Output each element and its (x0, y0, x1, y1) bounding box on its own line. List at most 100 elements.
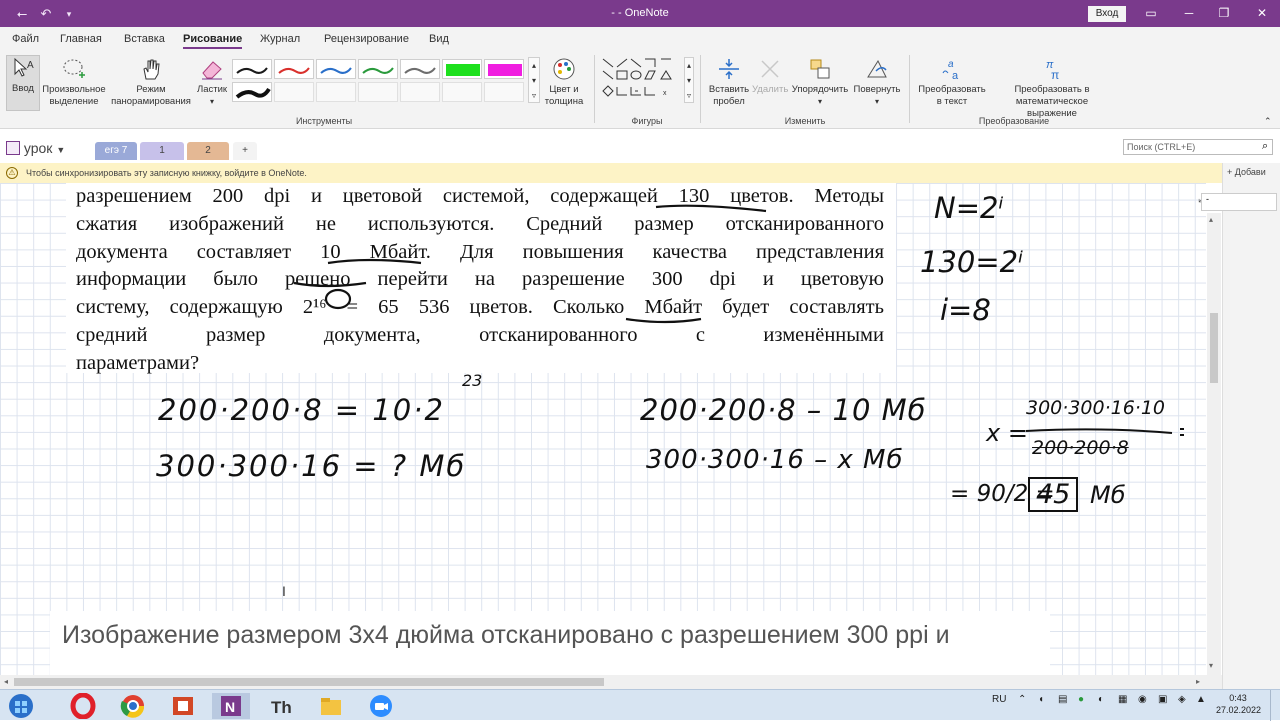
scroll-left-icon[interactable]: ◂ (4, 677, 8, 686)
note-page[interactable]: разрешением 200 dpi и цветовой системой,… (0, 183, 1206, 675)
vertical-scroll-thumb[interactable] (1210, 313, 1218, 383)
horizontal-scrollbar[interactable]: ◂ ▸ (0, 675, 1222, 689)
minimize-button[interactable]: ─ (1174, 4, 1204, 22)
ink-to-math-button[interactable]: ππ Преобразовать в математическое выраже… (990, 57, 1114, 120)
pen-green[interactable] (358, 59, 398, 79)
vertical-scrollbar[interactable]: ▴ ▾ (1207, 213, 1221, 675)
pen-blue[interactable] (316, 59, 356, 79)
highlighter-magenta[interactable] (484, 59, 524, 79)
zoom-icon[interactable] (362, 693, 400, 719)
lasso-select-button[interactable]: Произвольное выделение (40, 57, 108, 108)
shapes-gallery-scroll[interactable]: ▴ ▾ ▿ (684, 57, 694, 103)
eraser-icon (202, 61, 222, 80)
ink-result-unit: Мб (1090, 481, 1126, 509)
page-list-item[interactable]: - (1201, 193, 1277, 211)
svg-text:x: x (663, 90, 667, 97)
pen-slot-empty[interactable] (484, 82, 524, 102)
tab-review[interactable]: Рецензирование (324, 33, 409, 45)
rotate-button[interactable]: Повернуть ▾ (852, 57, 902, 108)
search-input[interactable]: Поиск (CTRL+E) (1123, 139, 1273, 155)
collapse-ribbon-icon[interactable]: ⌃ (1264, 116, 1272, 127)
ink-result-boxed: 45 (1028, 477, 1079, 512)
insert-space-icon (719, 59, 739, 79)
ink-calc-line-1: 200·200·8 = 10·2 (158, 393, 445, 427)
onenote-taskbar-icon[interactable]: N (212, 693, 250, 719)
ink-to-text-button[interactable]: aa Преобразовать в текст (914, 57, 990, 108)
tray-app-icon[interactable]: ◉ (1138, 694, 1147, 705)
lasso-icon (63, 59, 85, 78)
pen-gallery-scroll[interactable]: ▴ ▾ ▿ (528, 57, 540, 103)
horizontal-scroll-thumb[interactable] (14, 678, 604, 686)
tab-view[interactable]: Вид (429, 33, 449, 45)
tab-file[interactable]: Файл (12, 33, 39, 45)
pen-black[interactable] (232, 59, 272, 79)
tray-app-icon[interactable]: ▣ (1158, 694, 1167, 705)
start-button[interactable] (2, 693, 40, 719)
rotate-icon (867, 59, 887, 78)
svg-text:a: a (948, 59, 954, 70)
scroll-up-icon[interactable]: ▴ (1209, 215, 1213, 224)
language-indicator[interactable]: RU (992, 694, 1006, 705)
svg-text:π: π (1051, 68, 1059, 81)
restore-button[interactable]: ❐ (1209, 4, 1239, 22)
delete-button[interactable]: Удалить (752, 57, 788, 96)
notebook-name[interactable]: урок ▼ (6, 140, 65, 156)
tray-show-hidden-icon[interactable]: ⌃ (1018, 694, 1026, 705)
type-button[interactable]: A Ввод (6, 55, 40, 111)
login-button[interactable]: Вход (1088, 6, 1126, 22)
group-label-tools: Инструменты (295, 116, 353, 126)
typing-app-icon[interactable]: Th (262, 693, 300, 719)
tray-app-icon[interactable]: ▲ (1196, 694, 1206, 705)
section-tab-ege7[interactable]: егэ 7 (95, 142, 137, 160)
tray-app-icon[interactable]: ◐ (1098, 694, 1104, 705)
tab-draw[interactable]: Рисование (183, 33, 243, 49)
close-button[interactable]: ✕ (1247, 4, 1277, 22)
clock[interactable]: 0:43 27.02.2022 (1216, 692, 1261, 716)
tab-home[interactable]: Главная (60, 33, 102, 45)
section-tab-1[interactable]: 1 (140, 142, 184, 160)
tab-insert[interactable]: Вставка (124, 33, 165, 45)
marker-stroke-icon (235, 87, 271, 99)
highlighter-icon (446, 64, 480, 76)
file-explorer-icon[interactable] (312, 693, 350, 719)
tray-app-icon[interactable]: ● (1078, 694, 1084, 705)
sync-notice: ⚠ Чтобы синхронизировать эту записную кн… (0, 163, 1222, 183)
opera-icon[interactable] (64, 692, 102, 720)
shapes-gallery[interactable]: x (601, 57, 683, 107)
arrange-button[interactable]: Упорядочить ▾ (788, 57, 852, 108)
ribbon-display-icon[interactable]: ▭ (1136, 4, 1166, 22)
color-thickness-button[interactable]: Цвет и толщина (542, 57, 586, 108)
add-section-button[interactable]: + (233, 142, 257, 160)
pen-slot-empty[interactable] (274, 82, 314, 102)
pen-stroke-icon (236, 67, 268, 74)
tray-app-icon[interactable]: ◈ (1178, 694, 1186, 705)
section-tab-2[interactable]: 2 (187, 142, 229, 160)
insert-space-button[interactable]: Вставить пробел (706, 57, 752, 108)
pen-gray[interactable] (400, 59, 440, 79)
tab-history[interactable]: Журнал (260, 33, 300, 45)
pan-mode-button[interactable]: Режим панорамирования (108, 57, 194, 108)
pen-red[interactable] (274, 59, 314, 79)
pen-marker-black[interactable] (232, 82, 272, 102)
scroll-down-icon[interactable]: ▾ (1209, 661, 1213, 670)
pen-slot-empty[interactable] (316, 82, 356, 102)
tray-app-icon[interactable]: ▦ (1118, 694, 1127, 705)
pen-slot-empty[interactable] (358, 82, 398, 102)
warning-icon: ⚠ (6, 167, 18, 179)
highlighter-green[interactable] (442, 59, 482, 79)
chrome-icon[interactable] (114, 693, 152, 719)
pen-slot-empty[interactable] (442, 82, 482, 102)
show-desktop-button[interactable] (1270, 690, 1280, 721)
scroll-right-icon[interactable]: ▸ (1196, 677, 1200, 686)
network-icon[interactable]: ▤ (1058, 694, 1067, 705)
volume-icon[interactable]: ◖ (1038, 694, 1044, 705)
powerpoint-icon[interactable] (164, 693, 202, 719)
search-icon[interactable]: ⌕ (1262, 140, 1268, 153)
ink-calc-exponent: 23 (462, 371, 483, 390)
pen-stroke-icon (320, 67, 352, 74)
ink-130-formula: 130=2ⁱ (920, 245, 1024, 279)
highlighter-icon (488, 64, 522, 76)
pen-slot-empty[interactable] (400, 82, 440, 102)
eraser-button[interactable]: Ластик ▾ (194, 57, 230, 108)
add-page-button[interactable]: + Добави (1227, 167, 1266, 177)
